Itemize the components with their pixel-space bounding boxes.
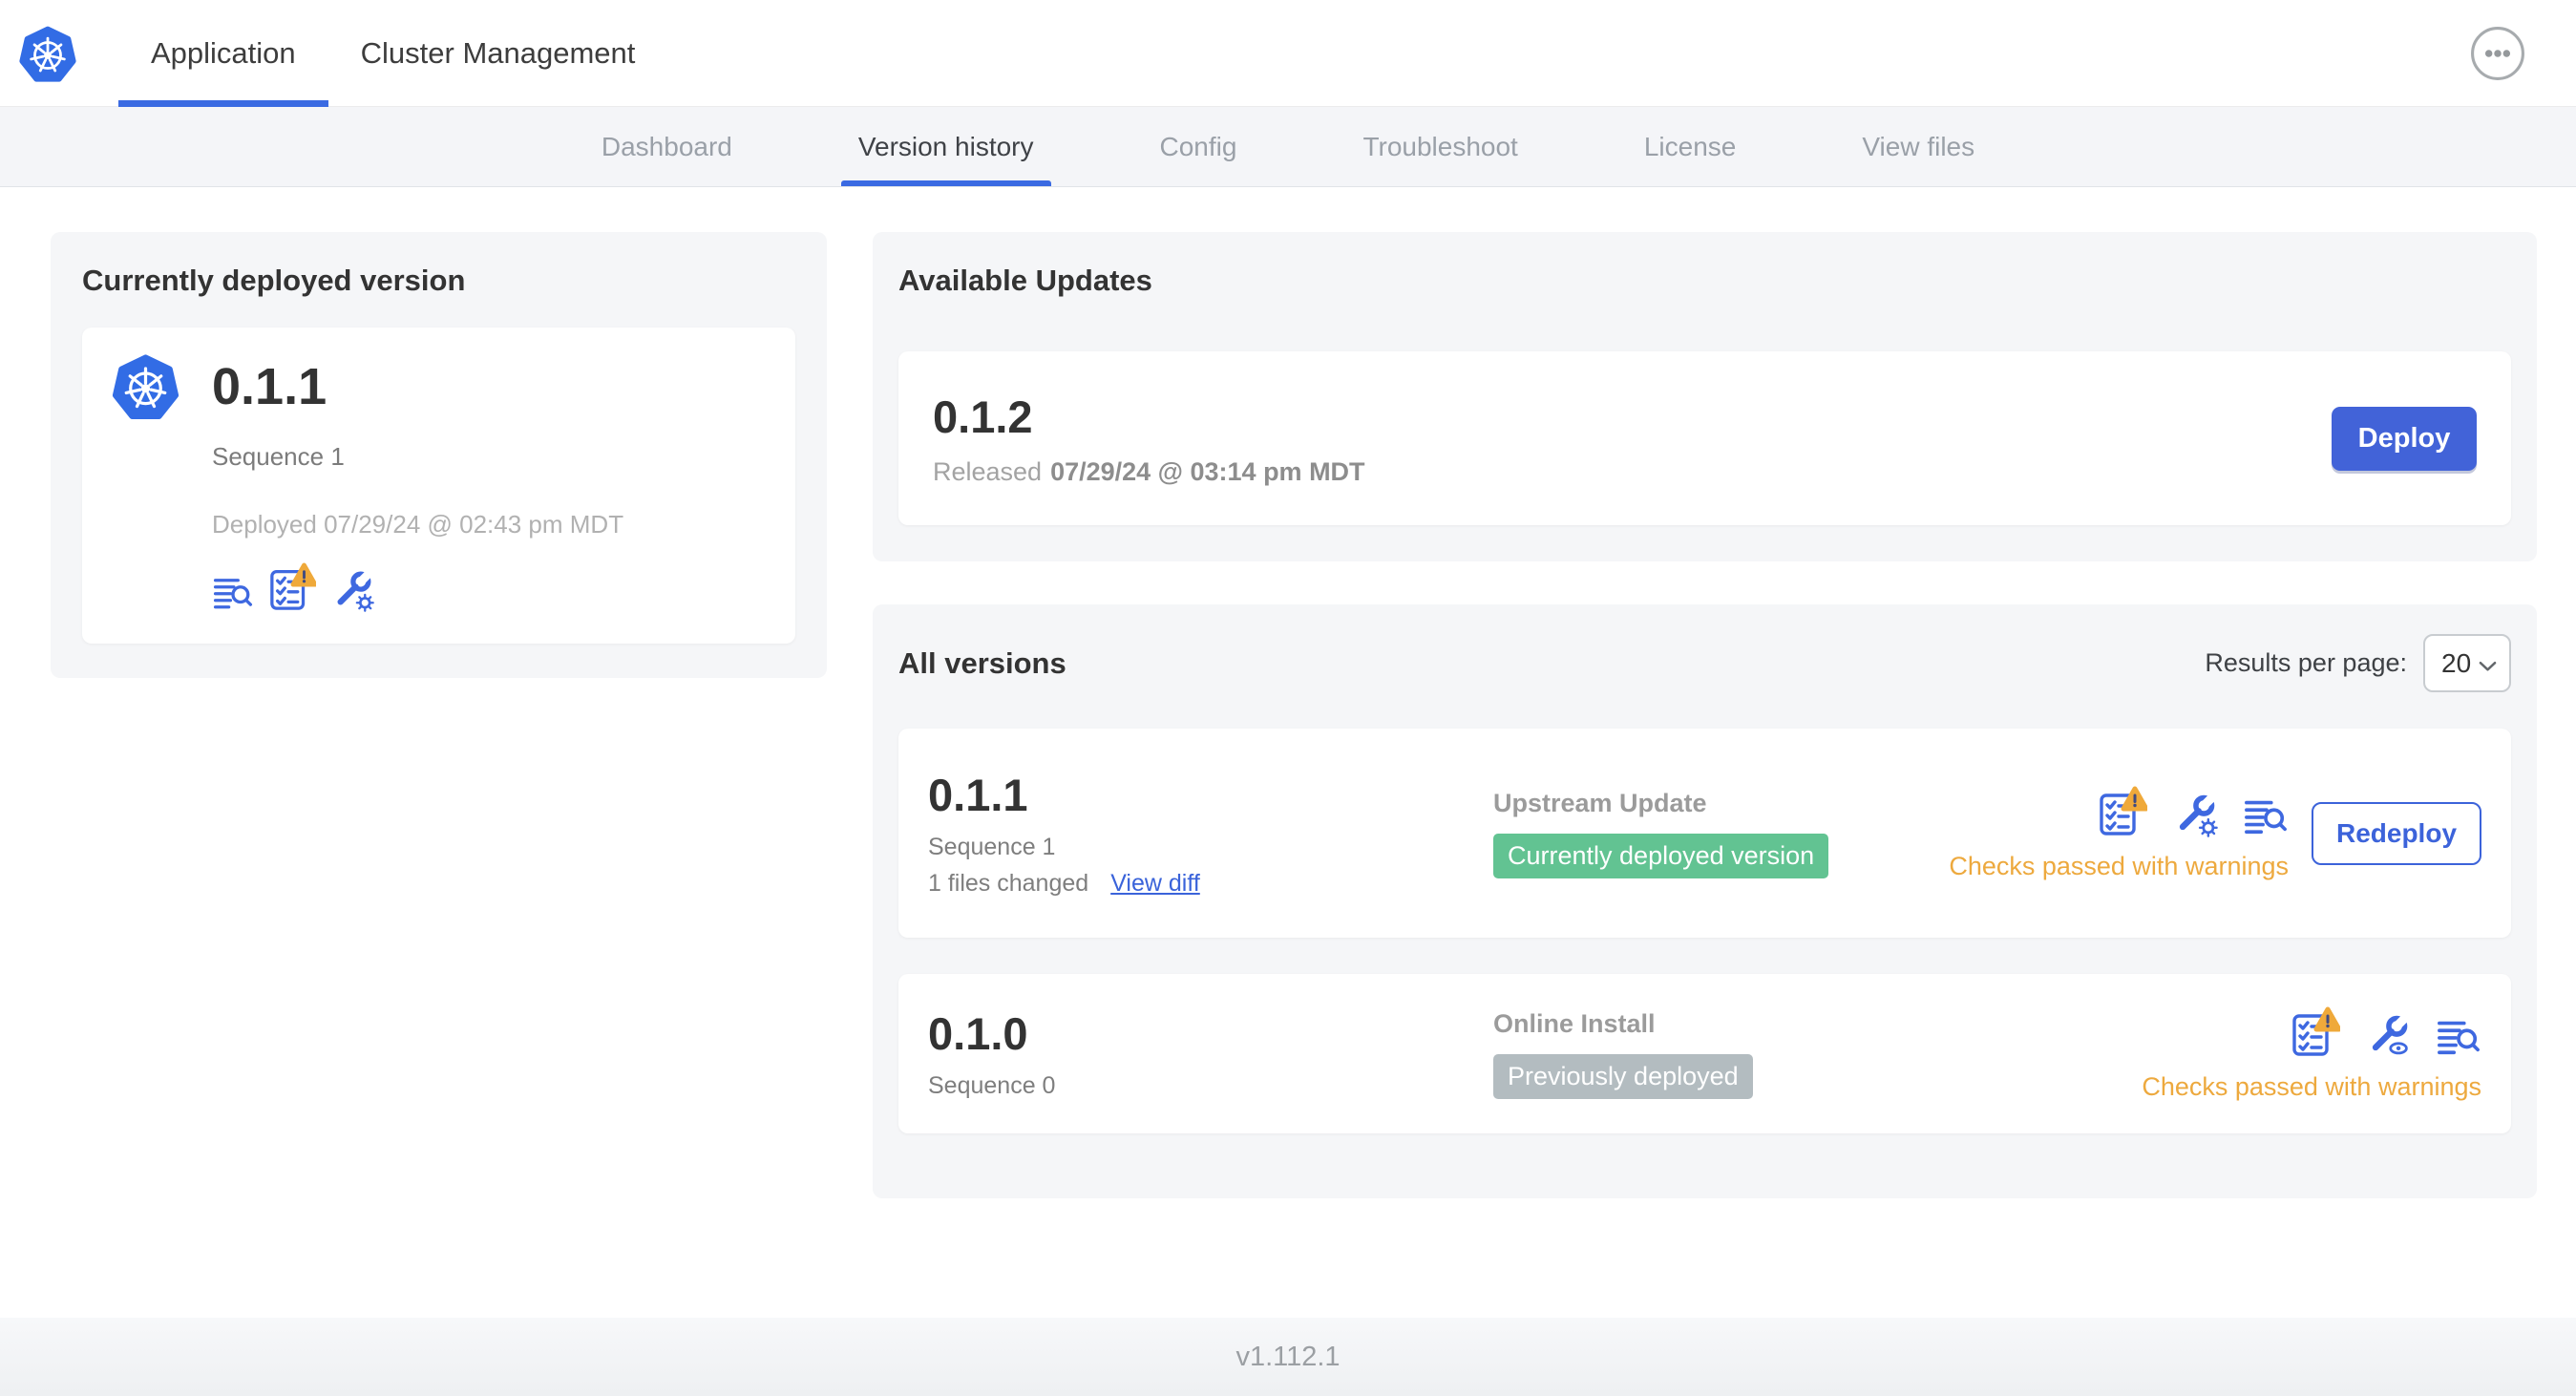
available-update-version: 0.1.2 [933,391,1033,442]
available-updates-card: Available Updates 0.1.2 Released 07/29/24… [873,232,2537,561]
ellipsis-circle-icon [2470,26,2525,81]
results-per-page-label: Results per page: [2205,648,2407,677]
tab-application-label: Application [151,35,296,70]
version-source: Upstream Update Currently deployed versi… [1493,788,1829,878]
version-files-changed-row: 1 files changed View diff [928,870,1493,898]
all-versions-title: All versions [898,645,1066,680]
current-version-column: Currently deployed version 0.1.1 Sequenc… [51,232,827,678]
results-per-page-select[interactable]: 20 [2423,634,2511,692]
kubernetes-app-icon [109,349,182,423]
app-subnav: Dashboard Version history Config Trouble… [0,107,2576,187]
available-update-released: Released 07/29/24 @ 03:14 pm MDT [933,457,1365,487]
current-version-inner-card: 0.1.1 Sequence 1 Deployed 07/29/24 @ 02:… [82,328,795,644]
subnav-troubleshoot-label: Troubleshoot [1362,131,1518,161]
current-version-details: Sequence 1 Deployed 07/29/24 @ 02:43 pm … [212,442,769,612]
version-source-label: Online Install [1493,1008,1656,1038]
version-actions: Checks passed with warnings Redeploy [1949,786,2481,881]
version-source-label: Upstream Update [1493,788,1707,817]
diff-lines-magnifier-icon[interactable] [2436,1014,2481,1058]
current-version-title: Currently deployed version [82,264,466,297]
main-content: Currently deployed version 0.1.1 Sequenc… [0,187,2576,1318]
preflight-status-text[interactable]: Checks passed with warnings [2142,1072,2481,1102]
current-version-actions [212,562,769,612]
all-versions-header: All versions Results per page: 20 [898,634,2511,692]
config-wrench-gear-icon[interactable] [2172,791,2218,837]
subnav-dashboard-label: Dashboard [601,131,732,161]
subnav-config-label: Config [1159,131,1237,161]
status-badge: Currently deployed version [1493,833,1829,878]
preflight-checklist-warning-icon[interactable] [268,562,316,612]
subnav-troubleshoot[interactable]: Troubleshoot [1345,107,1534,186]
current-version-sequence: Sequence 1 [212,442,345,471]
version-sequence: Sequence 0 [928,1072,1056,1099]
version-action-icons-stack: Checks passed with warnings [1949,786,2289,881]
current-version-deployed-timestamp: Deployed 07/29/24 @ 02:43 pm MDT [212,510,624,539]
tab-application[interactable]: Application [118,0,328,107]
available-updates-title: Available Updates [898,264,1152,297]
diff-lines-magnifier-icon[interactable] [212,572,254,612]
versions-column: Available Updates 0.1.2 Released 07/29/24… [873,232,2537,1198]
version-info: 0.1.0 Sequence 0 [928,1007,1493,1100]
available-update-row: 0.1.2 Released 07/29/24 @ 03:14 pm MDT De… [898,351,2511,525]
released-prefix: Released [933,456,1043,486]
page-footer: v1.112.1 [0,1318,2576,1396]
version-number: 0.1.1 [928,770,1028,820]
version-source: Online Install Previously deployed [1493,1009,1753,1099]
subnav-version-history-label: Version history [857,131,1034,161]
subnav-config[interactable]: Config [1143,107,1255,186]
subnav-version-history[interactable]: Version history [840,107,1051,186]
version-actions: Checks passed with warnings [2142,1006,2481,1102]
redeploy-button[interactable]: Redeploy [2312,801,2481,865]
config-wrench-gear-icon[interactable] [330,568,374,612]
primary-tabs: Application Cluster Management [118,0,668,107]
diff-lines-magnifier-icon[interactable] [2243,793,2289,837]
tab-cluster-management-label: Cluster Management [360,35,636,70]
subnav-license-label: License [1643,131,1737,161]
top-bar: Application Cluster Management [0,0,2576,107]
results-per-page-value: 20 [2441,647,2472,678]
all-versions-card: All versions Results per page: 20 0.1.1 … [873,604,2537,1198]
subnav-view-files-label: View files [1862,131,1975,161]
version-number: 0.1.0 [928,1008,1028,1059]
preflight-checklist-warning-icon[interactable] [2098,786,2147,837]
preflight-checklist-warning-icon[interactable] [2291,1006,2340,1058]
preflight-status-text[interactable]: Checks passed with warnings [1949,852,2289,881]
version-action-icons [2291,1006,2481,1058]
subnav-dashboard[interactable]: Dashboard [584,107,750,186]
version-action-icons-stack: Checks passed with warnings [2142,1006,2481,1102]
chevron-down-icon [2479,648,2497,679]
overflow-menu-button[interactable] [2470,26,2525,81]
current-version-number: 0.1.1 [212,357,327,415]
files-changed-text: 1 files changed [928,870,1089,897]
console-version-text: v1.112.1 [1235,1341,1341,1372]
view-diff-link[interactable]: View diff [1110,870,1200,898]
version-sequence: Sequence 1 [928,834,1056,860]
current-version-card: Currently deployed version 0.1.1 Sequenc… [51,232,827,678]
results-per-page: Results per page: 20 [2205,634,2511,692]
current-version-header: 0.1.1 [109,349,769,423]
subnav-view-files[interactable]: View files [1845,107,1992,186]
version-info: 0.1.1 Sequence 1 1 files changed View di… [928,769,1493,898]
config-wrench-eye-icon[interactable] [2365,1011,2411,1058]
status-badge: Previously deployed [1493,1053,1753,1099]
version-row-0-1-0: 0.1.0 Sequence 0 Online Install Previous… [898,974,2511,1133]
available-update-info: 0.1.2 Released 07/29/24 @ 03:14 pm MDT [933,391,1365,487]
tab-cluster-management[interactable]: Cluster Management [328,0,668,106]
kubernetes-logo-icon [16,22,79,85]
version-history-page: Application Cluster Management Dashboard… [0,0,2576,1396]
version-action-icons [2098,786,2289,837]
deploy-button[interactable]: Deploy [2332,406,2477,471]
released-date: 07/29/24 @ 03:14 pm MDT [1050,456,1365,486]
subnav-license[interactable]: License [1627,107,1754,186]
version-row-0-1-1: 0.1.1 Sequence 1 1 files changed View di… [898,729,2511,938]
